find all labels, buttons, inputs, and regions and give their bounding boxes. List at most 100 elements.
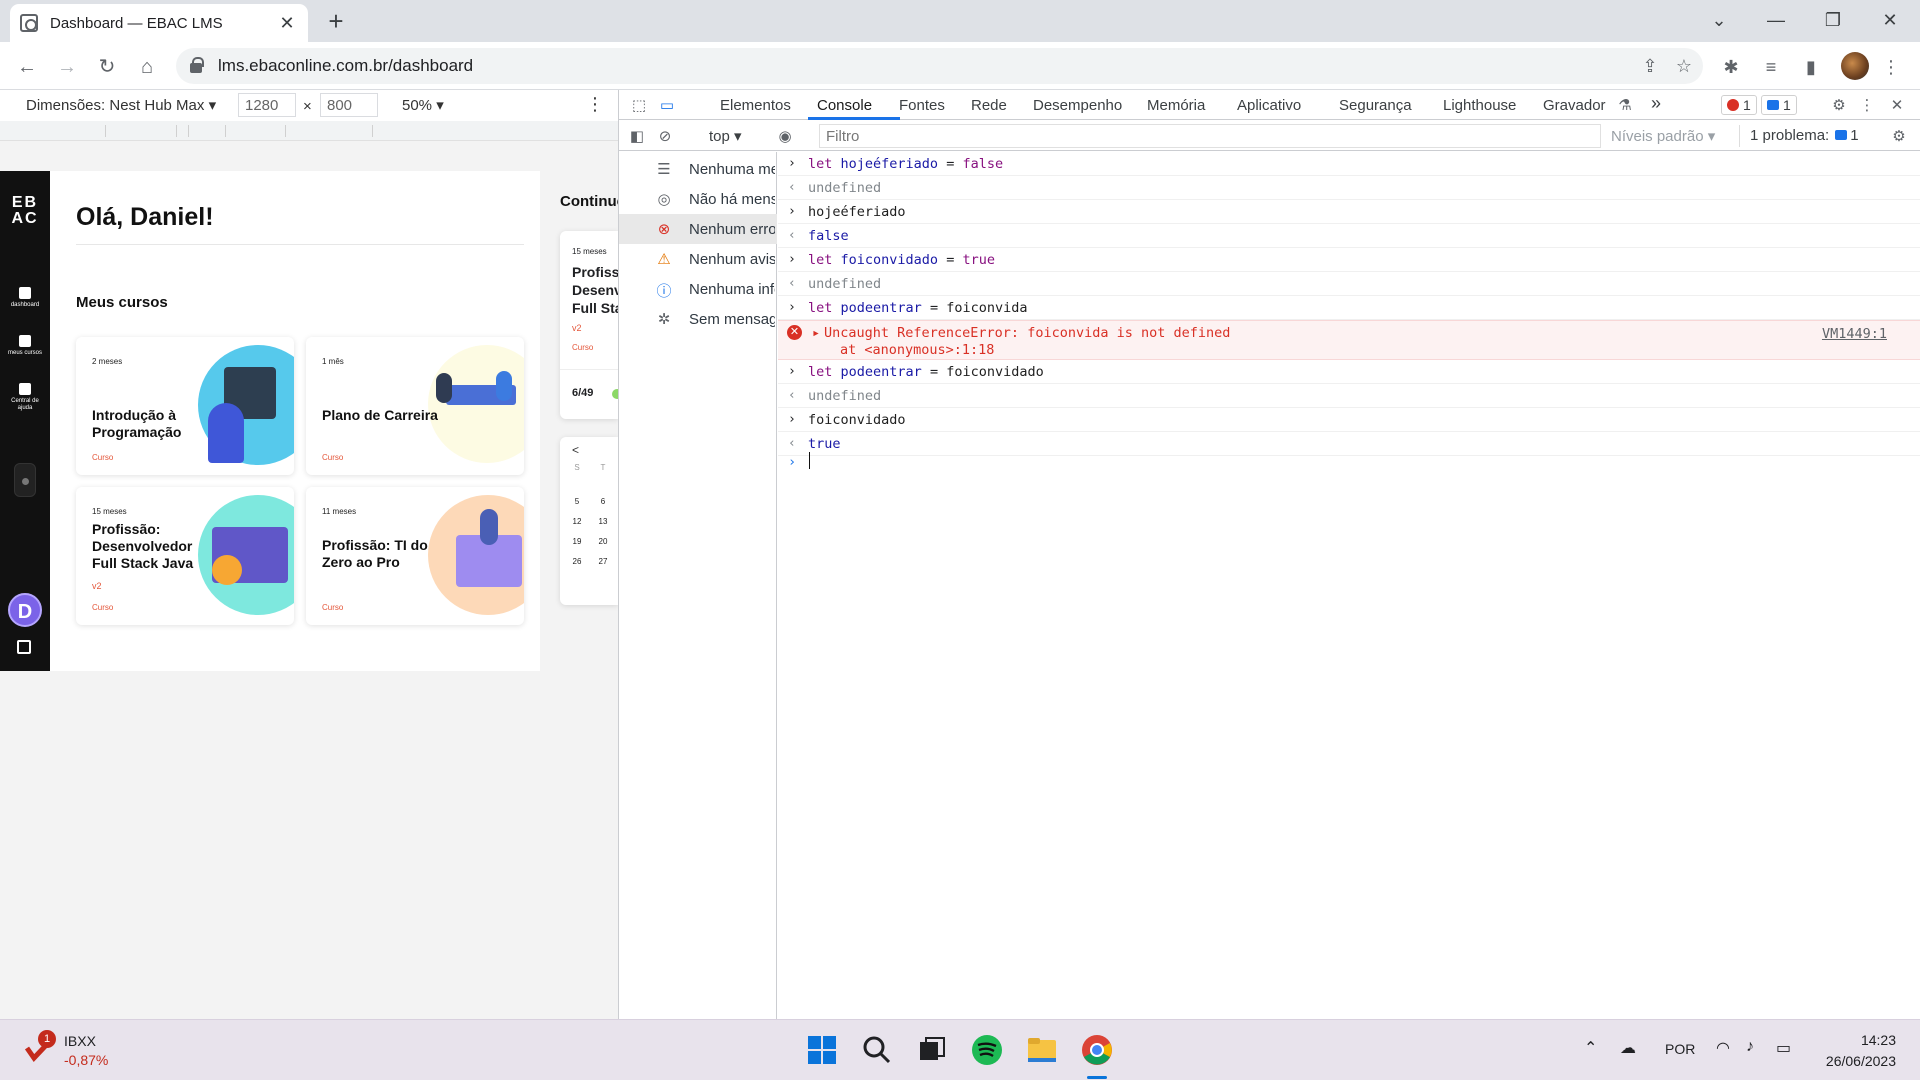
device-select[interactable]: Dimensões: Nest Hub Max ▾ (26, 96, 216, 114)
sidebar-toggle-icon[interactable]: ◧ (627, 127, 647, 145)
media-query-bar[interactable] (0, 121, 618, 141)
sidebar-item-help[interactable]: Central de ajuda (5, 383, 45, 412)
device-toggle-icon[interactable]: ▭ (657, 96, 677, 114)
settings-gear-icon[interactable]: ⚙ (1829, 96, 1849, 114)
tab-fontes[interactable]: Fontes (899, 97, 945, 114)
tab-aplicativo[interactable]: Aplicativo (1237, 97, 1301, 114)
course-card[interactable]: 1 mês Plano de Carreira Curso (306, 337, 524, 475)
log-levels-select[interactable]: Níveis padrão ▾ (1611, 127, 1715, 145)
console-input-line[interactable]: › let podeentrar = foiconvidado (778, 360, 1920, 384)
tab-gravador[interactable]: Gravador (1543, 97, 1606, 114)
inspect-element-icon[interactable]: ⬚ (629, 96, 649, 114)
calendar-day[interactable]: 26 (568, 557, 586, 566)
console-error-line[interactable]: ✕ ▸ Uncaught ReferenceError: foiconvida … (778, 320, 1920, 360)
sidebar-item-errors[interactable]: ⊗ Nenhum erro (619, 214, 777, 244)
error-count-badge[interactable]: 1 (1721, 95, 1757, 115)
onedrive-icon[interactable]: ☁ (1620, 1038, 1636, 1058)
console-filter-input[interactable]: Filtro (819, 124, 1601, 148)
extensions-icon[interactable]: ✱ (1718, 54, 1744, 80)
width-input[interactable]: 1280 (238, 93, 296, 117)
profile-avatar[interactable] (1841, 52, 1869, 80)
home-button[interactable]: ⌂ (130, 50, 164, 84)
windows-start-icon[interactable] (802, 1030, 842, 1070)
close-window-button[interactable]: ✕ (1860, 0, 1920, 40)
logout-icon[interactable] (17, 640, 31, 654)
devtools-menu-icon[interactable]: ⋮ (1857, 96, 1877, 114)
live-expression-eye-icon[interactable]: ◉ (775, 127, 795, 145)
tray-overflow-icon[interactable]: ⌃ (1584, 1038, 1597, 1058)
error-expand-icon[interactable]: ▸ (812, 325, 820, 341)
tab-seguranca[interactable]: Segurança (1339, 97, 1412, 114)
tab-console[interactable]: Console (817, 97, 872, 114)
lock-icon[interactable] (190, 57, 204, 73)
calendar-day[interactable]: 13 (594, 517, 612, 526)
sidebar-item-info[interactable]: ⓘ Nenhuma informação (619, 274, 777, 304)
spotify-icon[interactable] (967, 1030, 1007, 1070)
console-input-line[interactable]: › let hojeéferiado = false (778, 152, 1920, 176)
forward-button[interactable]: → (50, 50, 84, 84)
clock-date[interactable]: 26/06/2023 (1826, 1053, 1896, 1069)
reload-button[interactable]: ↻ (90, 50, 124, 84)
console-input-line[interactable]: › let foiconvidado = true (778, 248, 1920, 272)
sidebar-item-messages[interactable]: ☰ Nenhuma mensagem (619, 154, 777, 184)
sidebar-item-my-courses[interactable]: meus cursos (5, 335, 45, 357)
sidebar-item-dashboard[interactable]: dashboard (5, 287, 45, 309)
minimize-button[interactable]: — (1746, 0, 1806, 40)
tab-rede[interactable]: Rede (971, 97, 1007, 114)
continue-card[interactable]: 15 meses Profissão: Desenvolvedor Full S… (560, 231, 618, 419)
clock-time[interactable]: 14:23 (1861, 1032, 1896, 1048)
tab-elementos[interactable]: Elementos (720, 97, 791, 114)
console-input-line[interactable]: › let podeentrar = foiconvida (778, 296, 1920, 320)
sidebar-item-verbose[interactable]: ✲ Sem mensagens detalhadas (619, 304, 777, 334)
course-card[interactable]: 11 meses Profissão: TI do Zero ao Pro Cu… (306, 487, 524, 625)
calendar-day[interactable]: 12 (568, 517, 586, 526)
file-explorer-icon[interactable] (1022, 1030, 1062, 1070)
wifi-icon[interactable]: ◠ (1716, 1038, 1730, 1058)
sidebar-item-user-messages[interactable]: ◎ Não há mensagens do usuário (619, 184, 777, 214)
tab-lighthouse[interactable]: Lighthouse (1443, 97, 1516, 114)
ebac-logo[interactable]: EB AC (9, 195, 41, 229)
console-input-line[interactable]: › foiconvidado (778, 408, 1920, 432)
address-bar[interactable]: lms.ebaconline.com.br/dashboard ⇪ ☆ (176, 48, 1703, 84)
side-panel-icon[interactable]: ▮ (1798, 54, 1824, 80)
task-view-icon[interactable] (912, 1030, 952, 1070)
calendar-prev-button[interactable]: < (572, 443, 579, 457)
console-output[interactable]: › let hojeéferiado = false ‹ undefined ›… (778, 152, 1920, 1019)
bookmark-star-icon[interactable]: ☆ (1670, 56, 1698, 76)
course-card[interactable]: 15 meses Profissão: Desenvolvedor Full S… (76, 487, 294, 625)
menu-kebab-icon[interactable]: ⋮ (1878, 54, 1904, 80)
share-icon[interactable]: ⇪ (1636, 56, 1664, 76)
search-icon[interactable] (857, 1030, 897, 1070)
volume-icon[interactable]: ♪ (1746, 1038, 1754, 1056)
close-tab-icon[interactable]: ✕ (276, 13, 298, 34)
calendar-day[interactable]: 27 (594, 557, 612, 566)
back-button[interactable]: ← (10, 50, 44, 84)
issues-button[interactable]: 1 problema: 1 (1739, 125, 1869, 147)
calendar-day[interactable]: 19 (568, 537, 586, 546)
device-more-icon[interactable]: ⋮ (586, 94, 604, 115)
tab-desempenho[interactable]: Desempenho (1033, 97, 1122, 114)
new-tab-button[interactable]: + (318, 6, 354, 38)
chrome-icon[interactable] (1077, 1030, 1117, 1070)
console-input-line[interactable]: › hojeéferiado (778, 200, 1920, 224)
more-tabs-button[interactable]: » (1651, 93, 1661, 114)
language-indicator[interactable]: POR (1665, 1041, 1695, 1057)
console-prompt-caret[interactable] (809, 452, 810, 469)
zoom-select[interactable]: 50% ▾ (402, 96, 444, 114)
battery-icon[interactable]: ▭ (1776, 1038, 1791, 1058)
restore-button[interactable]: ❐ (1803, 0, 1863, 40)
context-select[interactable]: top ▾ (709, 127, 742, 145)
tab-memoria[interactable]: Memória (1147, 97, 1205, 114)
height-input[interactable]: 800 (320, 93, 378, 117)
browser-tab[interactable]: Dashboard — EBAC LMS ✕ (10, 4, 308, 42)
media-control-icon[interactable]: ≡ (1758, 54, 1784, 80)
course-card[interactable]: 2 meses Introdução à Programação Curso (76, 337, 294, 475)
message-count-badge[interactable]: 1 (1761, 95, 1797, 115)
clear-console-icon[interactable]: ⊘ (655, 127, 675, 145)
theme-toggle[interactable] (14, 463, 36, 497)
tab-search-icon[interactable]: ⌄ (1689, 0, 1749, 40)
sidebar-item-warnings[interactable]: ⚠ Nenhum aviso (619, 244, 777, 274)
user-avatar[interactable]: D (8, 593, 42, 627)
calendar-day[interactable]: 6 (594, 497, 612, 506)
error-source-link[interactable]: VM1449:1 (1822, 326, 1887, 342)
